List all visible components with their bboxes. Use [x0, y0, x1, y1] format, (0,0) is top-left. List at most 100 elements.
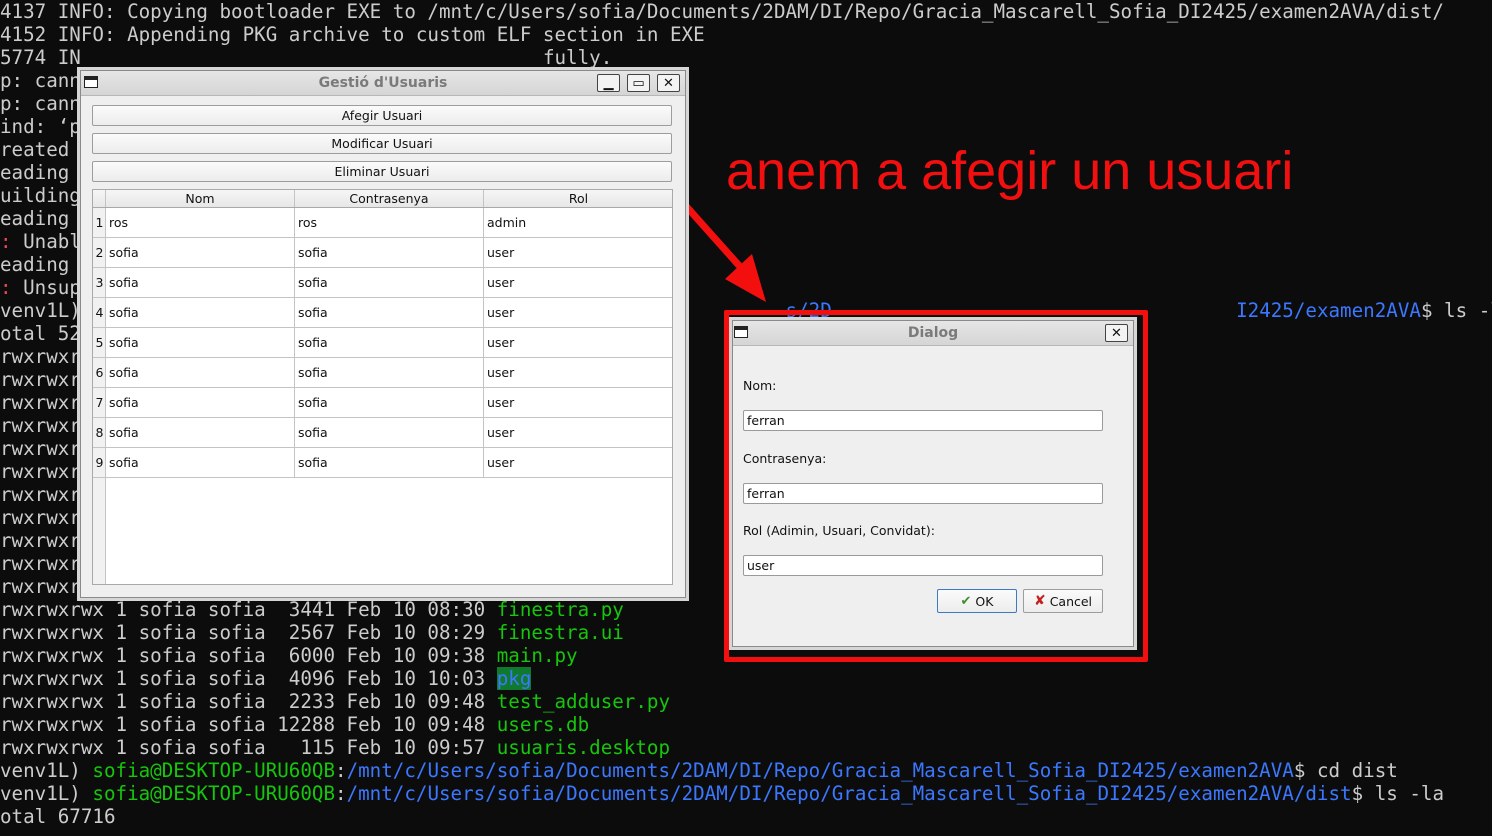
- table-row[interactable]: 4 sofia sofia user: [93, 298, 672, 328]
- terminal-segment: $ ls -la: [1351, 782, 1445, 805]
- cell-contrasenya[interactable]: sofia: [295, 418, 484, 448]
- cell-rol[interactable]: user: [484, 358, 672, 388]
- table-row[interactable]: 8 sofia sofia user: [93, 418, 672, 448]
- cell-rol[interactable]: user: [484, 268, 672, 298]
- terminal-line: reated: [0, 138, 81, 161]
- users-table[interactable]: Nom Contrasenya Rol 1 ros ros admin 2 sofia so…: [92, 189, 673, 585]
- table-row[interactable]: 1 ros ros admin: [93, 208, 672, 238]
- cell-nom[interactable]: sofia: [106, 448, 295, 478]
- cell-rol[interactable]: admin: [484, 208, 672, 238]
- close-icon: ✕: [1111, 325, 1122, 341]
- table-row[interactable]: 9 sofia sofia user: [93, 448, 672, 478]
- terminal-segment: rwxrwxr: [0, 414, 81, 437]
- terminal-segment: Unsup: [23, 276, 81, 299]
- terminal-segment: $ cd dist: [1293, 759, 1398, 782]
- cancel-button[interactable]: ✘ Cancel: [1023, 589, 1103, 613]
- terminal-segment: 4137 INFO: Copying bootloader EXE to /mn…: [0, 0, 1444, 23]
- close-button[interactable]: ✕: [657, 74, 680, 92]
- role-input[interactable]: [743, 555, 1103, 576]
- cell-nom[interactable]: sofia: [106, 388, 295, 418]
- terminal-line: 4137 INFO: Copying bootloader EXE to /mn…: [0, 0, 1444, 23]
- password-input[interactable]: [743, 483, 1103, 504]
- main-window-title: Gestió d'Usuaris: [318, 75, 448, 91]
- terminal-line: 5774 IN fully.: [0, 46, 612, 69]
- add-user-button[interactable]: Afegir Usuari: [92, 105, 672, 126]
- modify-user-button[interactable]: Modificar Usuari: [92, 133, 672, 154]
- cell-rol[interactable]: user: [484, 298, 672, 328]
- column-header-contrasenya[interactable]: Contrasenya: [295, 190, 484, 207]
- minimize-icon: ▁: [603, 75, 614, 91]
- cell-nom[interactable]: sofia: [106, 358, 295, 388]
- terminal-line: eading: [0, 253, 81, 276]
- terminal-segment: rwxrwxrwx 1 sofia sofia 115 Feb 10 09:57: [0, 736, 497, 759]
- terminal-segment: otal 52: [0, 322, 81, 345]
- cell-nom[interactable]: sofia: [106, 298, 295, 328]
- cell-contrasenya[interactable]: sofia: [295, 268, 484, 298]
- main-window-titlebar[interactable]: Gestió d'Usuaris ▁ ▭ ✕: [81, 71, 685, 96]
- row-number[interactable]: 9: [93, 448, 106, 478]
- terminal-segment: rwxrwxrwx 1 sofia sofia 4096 Feb 10 10:0…: [0, 667, 497, 690]
- row-number[interactable]: 2: [93, 238, 106, 268]
- maximize-button[interactable]: ▭: [627, 74, 650, 92]
- cell-nom[interactable]: sofia: [106, 238, 295, 268]
- terminal-line: rwxrwxr: [0, 552, 81, 575]
- terminal-line: rwxrwxrwx 1 sofia sofia 12288 Feb 10 09:…: [0, 713, 589, 736]
- cell-contrasenya[interactable]: ros: [295, 208, 484, 238]
- table-row[interactable]: 5 sofia sofia user: [93, 328, 672, 358]
- ok-check-icon: ✔: [960, 593, 972, 609]
- row-number[interactable]: 1: [93, 208, 106, 238]
- cell-contrasenya[interactable]: sofia: [295, 298, 484, 328]
- table-row[interactable]: 7 sofia sofia user: [93, 388, 672, 418]
- cell-contrasenya[interactable]: sofia: [295, 388, 484, 418]
- cell-contrasenya[interactable]: sofia: [295, 358, 484, 388]
- close-icon: ✕: [663, 75, 674, 91]
- row-number[interactable]: 6: [93, 358, 106, 388]
- row-number[interactable]: 7: [93, 388, 106, 418]
- row-number[interactable]: 3: [93, 268, 106, 298]
- table-row[interactable]: 6 sofia sofia user: [93, 358, 672, 388]
- cell-contrasenya[interactable]: sofia: [295, 448, 484, 478]
- cell-rol[interactable]: user: [484, 388, 672, 418]
- terminal-segment: rwxrwxr: [0, 460, 81, 483]
- dialog-close-button[interactable]: ✕: [1105, 324, 1128, 342]
- cell-rol[interactable]: user: [484, 418, 672, 448]
- delete-user-button[interactable]: Eliminar Usuari: [92, 161, 672, 182]
- cell-nom[interactable]: ros: [106, 208, 295, 238]
- column-header-nom[interactable]: Nom: [106, 190, 295, 207]
- terminal-segment: finestra.ui: [496, 621, 624, 644]
- cell-rol[interactable]: user: [484, 238, 672, 268]
- terminal-segment: main.py: [496, 644, 578, 667]
- cell-contrasenya[interactable]: sofia: [295, 238, 484, 268]
- cell-rol[interactable]: user: [484, 328, 672, 358]
- cell-nom[interactable]: sofia: [106, 268, 295, 298]
- table-row[interactable]: 3 sofia sofia user: [93, 268, 672, 298]
- table-row[interactable]: 2 sofia sofia user: [93, 238, 672, 268]
- terminal-line: rwxrwxrwx 1 sofia sofia 115 Feb 10 09:57…: [0, 736, 670, 759]
- terminal-line: rwxrwxr: [0, 483, 81, 506]
- row-number[interactable]: 4: [93, 298, 106, 328]
- terminal-line: rwxrwxr: [0, 345, 81, 368]
- table-corner[interactable]: [93, 190, 106, 207]
- cell-contrasenya[interactable]: sofia: [295, 328, 484, 358]
- terminal-segment: usuaris.desktop: [496, 736, 671, 759]
- dialog-titlebar[interactable]: Dialog ✕: [733, 321, 1133, 346]
- terminal-segment: rwxrwxrwx 1 sofia sofia 3441 Feb 10 08:3…: [0, 598, 497, 621]
- row-number[interactable]: 8: [93, 418, 106, 448]
- terminal-line: rwxrwxr: [0, 368, 81, 391]
- minimize-button[interactable]: ▁: [597, 74, 620, 92]
- cell-nom[interactable]: sofia: [106, 328, 295, 358]
- terminal-segment: test_adduser.py: [496, 690, 671, 713]
- terminal-line: rwxrwxrwx 1 sofia sofia 3441 Feb 10 08:3…: [0, 598, 624, 621]
- ok-button[interactable]: ✔ OK: [937, 589, 1017, 613]
- column-header-rol[interactable]: Rol: [484, 190, 672, 207]
- row-number[interactable]: 5: [93, 328, 106, 358]
- terminal-segment: venv1L): [0, 299, 81, 322]
- name-input[interactable]: [743, 410, 1103, 431]
- terminal-segment: Unabl: [23, 230, 81, 253]
- terminal-segment: rwxrwxr: [0, 529, 81, 552]
- terminal-segment: eading: [0, 253, 81, 276]
- cell-nom[interactable]: sofia: [106, 418, 295, 448]
- terminal-segment: venv1L): [0, 759, 93, 782]
- terminal-line: otal 52: [0, 322, 81, 345]
- cell-rol[interactable]: user: [484, 448, 672, 478]
